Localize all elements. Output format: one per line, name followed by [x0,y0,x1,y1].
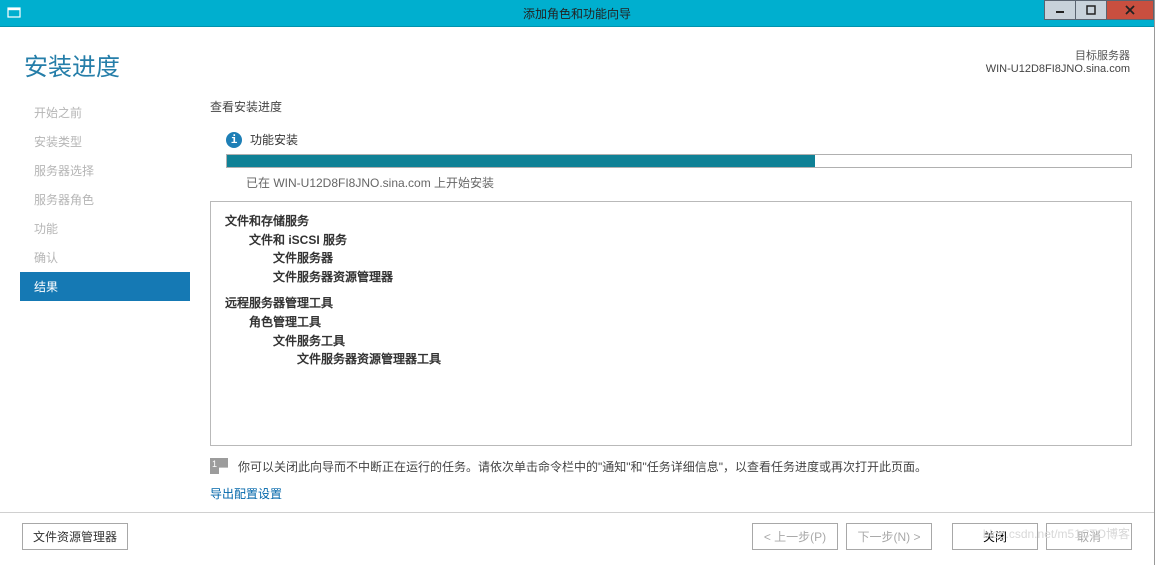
file-explorer-button[interactable]: 文件资源管理器 [22,523,128,550]
target-label: 目标服务器 [986,47,1130,63]
hint-text: 你可以关闭此向导而不中断正在运行的任务。请依次单击命令栏中的"通知"和"任务详细… [238,458,927,475]
page-title: 安装进度 [24,47,120,82]
feature-list: 文件和存储服务 文件和 iSCSI 服务 文件服务器 文件服务器资源管理器 远程… [210,201,1132,446]
feature-item: 远程服务器管理工具 [225,294,1117,313]
nav-step-server-roles: 服务器角色 [20,185,190,214]
nav-step-server-select: 服务器选择 [20,156,190,185]
nav-step-install-type: 安装类型 [20,127,190,156]
close-button[interactable] [1106,0,1154,20]
nav-step-features: 功能 [20,214,190,243]
feature-item: 文件和存储服务 [225,212,1117,231]
wizard-body: 开始之前 安装类型 服务器选择 服务器角色 功能 确认 结果 查看安装进度 i … [0,98,1154,502]
feature-item: 文件服务工具 [273,332,1117,351]
window-title: 添加角色和功能向导 [0,5,1154,22]
info-icon: i [226,132,242,148]
install-target-text: 已在 WIN-U12D8FI8JNO.sina.com 上开始安装 [246,174,1132,191]
progress-fill [227,155,815,167]
feature-item: 角色管理工具 [249,313,1117,332]
wizard-nav: 开始之前 安装类型 服务器选择 服务器角色 功能 确认 结果 [0,98,190,502]
prev-button: < 上一步(P) [752,523,838,550]
nav-step-before-begin: 开始之前 [20,98,190,127]
status-text: 功能安装 [250,131,298,148]
status-row: i 功能安装 [226,131,1132,148]
target-server-block: 目标服务器 WIN-U12D8FI8JNO.sina.com [986,47,1130,75]
minimize-button[interactable] [1044,0,1076,20]
wizard-footer: 文件资源管理器 < 上一步(P) 下一步(N) > 关闭 取消 blog.csd… [0,512,1154,560]
feature-item: 文件服务器 [273,249,1117,268]
wizard-header: 安装进度 目标服务器 WIN-U12D8FI8JNO.sina.com [0,27,1154,98]
export-config-link[interactable]: 导出配置设置 [210,485,282,502]
flag-icon: 1 [210,458,228,474]
nav-step-confirm: 确认 [20,243,190,272]
feature-item: 文件和 iSCSI 服务 [249,231,1117,250]
feature-item: 文件服务器资源管理器工具 [297,350,1117,369]
view-progress-label: 查看安装进度 [210,98,1132,115]
cancel-button: 取消 [1046,523,1132,550]
app-icon [4,3,24,23]
wizard-content: 查看安装进度 i 功能安装 已在 WIN-U12D8FI8JNO.sina.co… [190,98,1154,502]
next-button: 下一步(N) > [846,523,932,550]
close-wizard-button[interactable]: 关闭 [952,523,1038,550]
hint-row: 1 你可以关闭此向导而不中断正在运行的任务。请依次单击命令栏中的"通知"和"任务… [210,458,1132,475]
title-bar: 添加角色和功能向导 [0,0,1154,27]
feature-item: 文件服务器资源管理器 [273,268,1117,287]
nav-step-results: 结果 [20,272,190,301]
window-controls [1045,0,1154,26]
progress-bar [226,154,1132,168]
maximize-button[interactable] [1075,0,1107,20]
target-server: WIN-U12D8FI8JNO.sina.com [986,63,1130,75]
